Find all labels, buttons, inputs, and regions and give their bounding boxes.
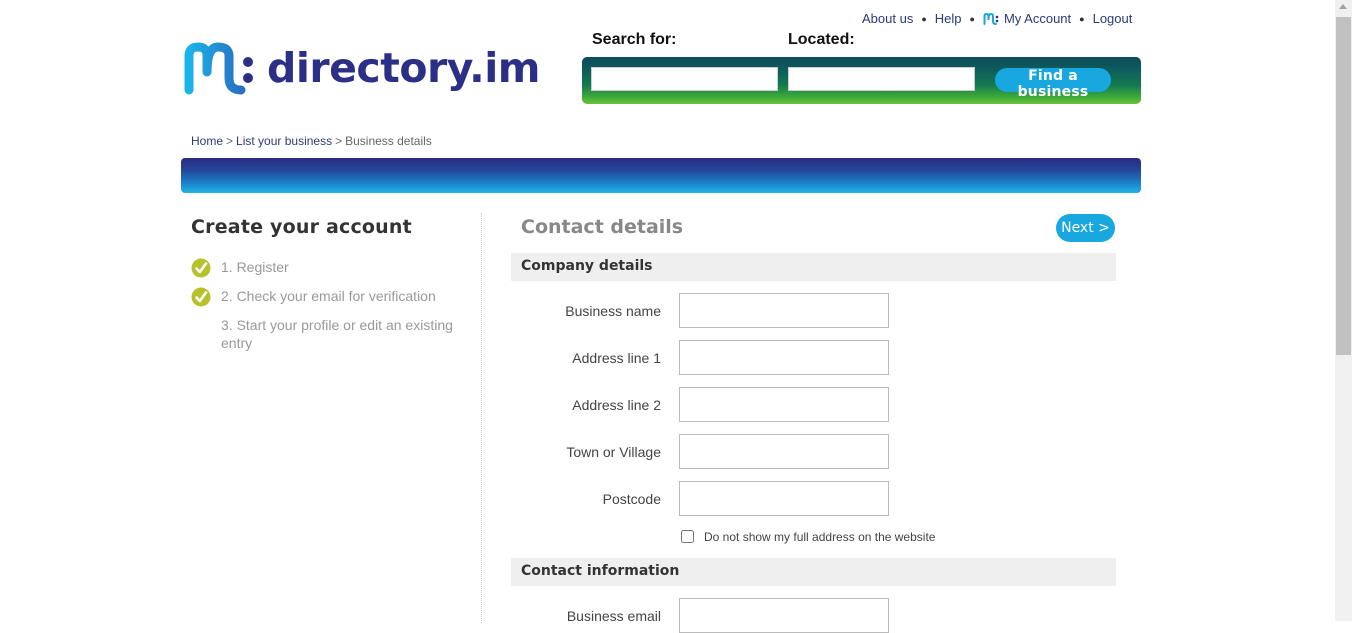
search-for-label: Search for: xyxy=(592,31,677,48)
step-check-email: 2. Check your email for verification xyxy=(191,287,471,307)
business-name-input[interactable] xyxy=(679,293,889,328)
scroll-up-arrow-icon[interactable] xyxy=(1339,4,1347,9)
checkmark-icon xyxy=(191,258,211,278)
breadcrumb: Home > List your business > Business details xyxy=(191,134,432,148)
step-register: 1. Register xyxy=(191,258,471,278)
next-button[interactable]: Next > xyxy=(1056,214,1115,242)
hide-address-checkbox[interactable] xyxy=(681,530,694,543)
header-banner xyxy=(181,158,1141,193)
located-input[interactable] xyxy=(788,67,975,91)
scroll-thumb[interactable] xyxy=(1336,17,1351,355)
located-label: Located: xyxy=(788,31,855,48)
breadcrumb-separator: > xyxy=(335,134,343,148)
logo-text: directory.im xyxy=(267,43,541,92)
address-line-1-input[interactable] xyxy=(679,340,889,375)
breadcrumb-separator: > xyxy=(226,134,234,148)
search-bar: Find a business xyxy=(582,57,1141,104)
address-line-2-input[interactable] xyxy=(679,387,889,422)
hide-address-label: Do not show my full address on the websi… xyxy=(704,530,936,544)
breadcrumb-home[interactable]: Home xyxy=(191,134,223,148)
directory-logo-icon xyxy=(184,42,253,95)
link-separator: ● xyxy=(921,13,927,24)
breadcrumb-current: Business details xyxy=(345,134,432,148)
link-separator: ● xyxy=(1079,13,1085,24)
steps-list: 1. Register 2. Check your email for veri… xyxy=(191,258,471,361)
about-us-link[interactable]: About us xyxy=(862,11,913,26)
link-separator: ● xyxy=(969,13,975,24)
step-start-profile: 3. Start your profile or edit an existin… xyxy=(191,316,471,352)
mini-logo-icon xyxy=(983,12,999,25)
form-title: Contact details xyxy=(521,216,684,238)
section-heading: Company details xyxy=(521,258,653,274)
vertical-scrollbar[interactable] xyxy=(1335,0,1352,621)
postcode-input[interactable] xyxy=(679,481,889,516)
search-for-input[interactable] xyxy=(591,67,778,91)
town-input[interactable] xyxy=(679,434,889,469)
help-link[interactable]: Help xyxy=(935,11,962,26)
step-label: 1. Register xyxy=(221,259,289,275)
contact-information-section: Contact information xyxy=(511,558,1116,586)
step-label: 2. Check your email for verification xyxy=(221,288,436,304)
business-email-label: Business email xyxy=(566,608,661,624)
column-divider xyxy=(481,213,482,623)
business-email-input[interactable] xyxy=(679,598,889,633)
business-name-label: Business name xyxy=(565,303,661,319)
site-logo[interactable]: directory.im xyxy=(183,40,541,96)
find-business-button[interactable]: Find a business xyxy=(995,68,1111,100)
section-heading: Contact information xyxy=(521,563,680,579)
left-panel-title: Create your account xyxy=(191,216,412,238)
postcode-label: Postcode xyxy=(602,491,661,507)
address-line-1-label: Address line 1 xyxy=(572,350,661,366)
checkmark-icon xyxy=(191,287,211,307)
address-line-2-label: Address line 2 xyxy=(572,397,661,413)
breadcrumb-list-business[interactable]: List your business xyxy=(236,134,332,148)
step-label: 3. Start your profile or edit an existin… xyxy=(221,317,453,351)
company-details-section: Company details xyxy=(511,253,1116,281)
town-label: Town or Village xyxy=(566,444,661,460)
top-links: About us ● Help ● My Account ● Logout xyxy=(862,11,1132,26)
logout-link[interactable]: Logout xyxy=(1093,11,1133,26)
my-account-link[interactable]: My Account xyxy=(1004,11,1071,26)
